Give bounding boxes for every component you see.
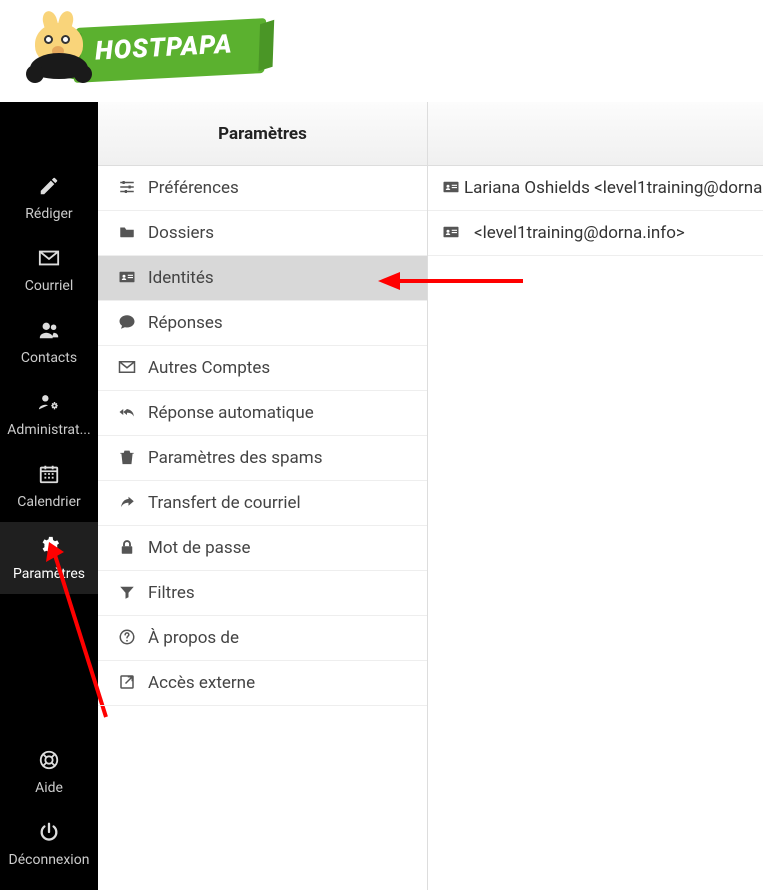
nav-label: Contacts: [21, 350, 77, 366]
settings-item-spam[interactable]: Paramètres des spams: [98, 436, 427, 481]
nav-settings[interactable]: Paramètres: [0, 522, 98, 594]
row-label: À propos de: [148, 628, 239, 648]
nav-mail[interactable]: Courriel: [0, 234, 98, 306]
nav-help[interactable]: Aide: [0, 736, 98, 808]
envelope-icon: [112, 358, 142, 379]
trash-icon: [112, 448, 142, 469]
identities-column: Lariana Oshields <level1training@dorna.i…: [428, 102, 763, 890]
mascot-icon: [25, 11, 95, 91]
nav-admin[interactable]: Administrat...: [0, 378, 98, 450]
row-label: Réponses: [148, 313, 223, 333]
row-label: Mot de passe: [148, 538, 251, 558]
settings-item-forward[interactable]: Transfert de courriel: [98, 481, 427, 526]
row-label: Préférences: [148, 178, 239, 198]
brand-logo[interactable]: HOSTPAPA: [15, 11, 265, 91]
nav-label: Courriel: [25, 278, 74, 294]
nav-logout[interactable]: Déconnexion: [0, 808, 98, 880]
gear-icon: [38, 535, 60, 560]
nav-label: Aide: [35, 780, 63, 796]
settings-item-preferences[interactable]: Préférences: [98, 166, 427, 211]
question-icon: [112, 628, 142, 649]
external-icon: [112, 673, 142, 694]
lifebuoy-icon: [38, 749, 60, 774]
nav-label: Rédiger: [25, 206, 72, 222]
row-label: Dossiers: [148, 223, 214, 243]
settings-item-folders[interactable]: Dossiers: [98, 211, 427, 256]
lock-icon: [112, 538, 142, 559]
nav-label: Calendrier: [17, 494, 81, 510]
settings-list: Préférences Dossiers Identités Réponses …: [98, 166, 427, 706]
settings-header: Paramètres: [98, 102, 427, 166]
reply-all-icon: [112, 403, 142, 424]
id-card-icon: [112, 268, 142, 289]
folder-icon: [112, 223, 142, 244]
identities-header: [428, 102, 763, 166]
settings-item-responses[interactable]: Réponses: [98, 301, 427, 346]
row-label: Réponse automatique: [148, 403, 314, 423]
edit-icon: [38, 175, 60, 200]
row-label: Filtres: [148, 583, 195, 603]
identities-list: Lariana Oshields <level1training@dorna.i…: [428, 166, 763, 256]
settings-item-about[interactable]: À propos de: [98, 616, 427, 661]
users-cog-icon: [38, 391, 60, 416]
row-label: Autres Comptes: [148, 358, 270, 378]
sliders-icon: [112, 178, 142, 199]
nav-label: Déconnexion: [9, 852, 90, 868]
settings-item-password[interactable]: Mot de passe: [98, 526, 427, 571]
identity-label: Lariana Oshields <level1training@dorna.i…: [464, 178, 763, 198]
filter-icon: [112, 583, 142, 604]
nav-label: Paramètres: [13, 566, 85, 582]
envelope-icon: [38, 247, 60, 272]
row-label: Identités: [148, 268, 214, 288]
settings-item-external[interactable]: Accès externe: [98, 661, 427, 706]
id-card-icon: [442, 223, 470, 244]
settings-item-accounts[interactable]: Autres Comptes: [98, 346, 427, 391]
calendar-icon: [38, 463, 60, 488]
settings-item-identities[interactable]: Identités: [98, 256, 427, 301]
comment-icon: [112, 313, 142, 334]
nav-contacts[interactable]: Contacts: [0, 306, 98, 378]
nav-compose[interactable]: Rédiger: [0, 162, 98, 234]
row-label: Paramètres des spams: [148, 448, 323, 468]
app-header: HOSTPAPA: [0, 0, 763, 102]
users-icon: [38, 319, 60, 344]
settings-item-filters[interactable]: Filtres: [98, 571, 427, 616]
nav-calendar[interactable]: Calendrier: [0, 450, 98, 522]
identity-row[interactable]: Lariana Oshields <level1training@dorna.i…: [428, 166, 763, 211]
share-icon: [112, 493, 142, 514]
identity-row[interactable]: <level1training@dorna.info>: [428, 211, 763, 256]
primary-nav: Rédiger Courriel Contacts Administrat...…: [0, 102, 98, 890]
row-label: Transfert de courriel: [148, 493, 301, 513]
identity-label: <level1training@dorna.info>: [474, 223, 685, 243]
id-card-icon: [442, 178, 460, 199]
row-label: Accès externe: [148, 673, 255, 693]
power-icon: [38, 821, 60, 846]
settings-column: Paramètres Préférences Dossiers Identité…: [98, 102, 428, 890]
nav-label: Administrat...: [7, 422, 90, 438]
settings-item-autoreply[interactable]: Réponse automatique: [98, 391, 427, 436]
